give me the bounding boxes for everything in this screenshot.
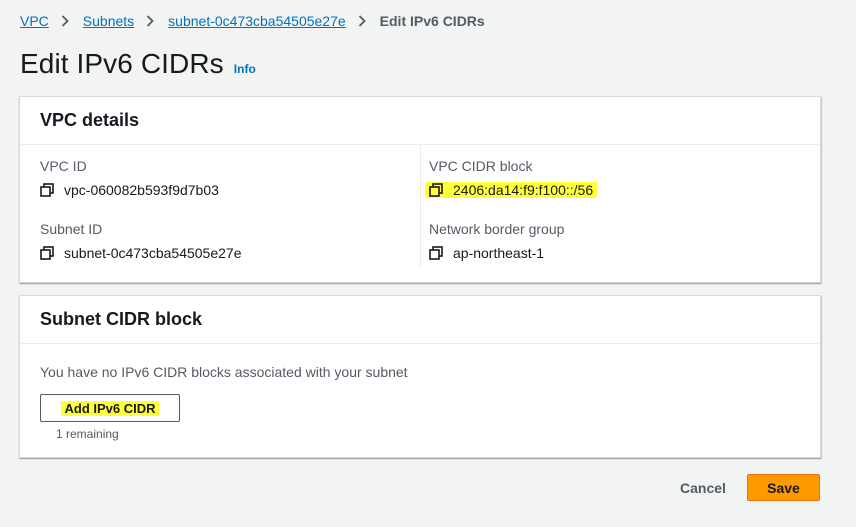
- vpc-details-panel: VPC details VPC ID vpc-060082b593f9d7b03…: [19, 96, 821, 283]
- subnet-cidr-title: Subnet CIDR block: [40, 309, 203, 329]
- save-button[interactable]: Save: [747, 474, 820, 501]
- breadcrumb: VPC Subnets subnet-0c473cba54505e27e Edi…: [20, 13, 485, 29]
- chevron-right-icon: [61, 14, 71, 28]
- cancel-button[interactable]: Cancel: [668, 474, 738, 502]
- copy-icon[interactable]: [429, 183, 443, 197]
- add-ipv6-cidr-button[interactable]: Add IPv6 CIDR: [40, 394, 180, 422]
- border-group-label: Network border group: [429, 221, 565, 237]
- empty-cidr-message: You have no IPv6 CIDR blocks associated …: [40, 364, 408, 380]
- vpc-details-right-column: VPC CIDR block 2406:da14:f9:f100::/56 Ne…: [420, 145, 800, 268]
- vpc-details-left-column: VPC ID vpc-060082b593f9d7b03 Subnet ID s…: [40, 145, 420, 268]
- vpc-cidr-value: 2406:da14:f9:f100::/56: [425, 182, 598, 198]
- vpc-details-grid: VPC ID vpc-060082b593f9d7b03 Subnet ID s…: [20, 145, 820, 283]
- remaining-count: 1 remaining: [56, 427, 119, 441]
- vpc-id-value: vpc-060082b593f9d7b03: [40, 182, 219, 198]
- breadcrumb-subnets-link[interactable]: Subnets: [83, 13, 134, 29]
- breadcrumb-subnet-link[interactable]: subnet-0c473cba54505e27e: [168, 13, 346, 29]
- vpc-cidr-text: 2406:da14:f9:f100::/56: [453, 182, 594, 198]
- add-ipv6-cidr-label: Add IPv6 CIDR: [61, 400, 159, 416]
- page-title: Edit IPv6 CIDRs: [20, 48, 224, 79]
- copy-icon[interactable]: [40, 183, 54, 197]
- vpc-details-title: VPC details: [40, 110, 140, 130]
- subnet-cidr-body: You have no IPv6 CIDR blocks associated …: [20, 344, 820, 400]
- vpc-cidr-label: VPC CIDR block: [429, 158, 533, 174]
- page-root: VPC Subnets subnet-0c473cba54505e27e Edi…: [0, 0, 856, 527]
- subnet-id-label: Subnet ID: [40, 221, 103, 237]
- border-group-text: ap-northeast-1: [453, 245, 545, 261]
- vpc-id-label: VPC ID: [40, 158, 87, 174]
- copy-icon[interactable]: [40, 246, 54, 260]
- subnet-id-text: subnet-0c473cba54505e27e: [64, 245, 242, 261]
- subnet-cidr-header: Subnet CIDR block: [20, 296, 820, 344]
- chevron-right-icon: [146, 14, 156, 28]
- subnet-cidr-panel: Subnet CIDR block You have no IPv6 CIDR …: [19, 295, 821, 458]
- breadcrumb-current: Edit IPv6 CIDRs: [379, 13, 485, 29]
- vpc-id-text: vpc-060082b593f9d7b03: [64, 182, 219, 198]
- subnet-id-value: subnet-0c473cba54505e27e: [40, 245, 242, 261]
- info-link[interactable]: Info: [234, 62, 256, 76]
- vpc-details-header: VPC details: [20, 97, 820, 145]
- title-row: Edit IPv6 CIDRs Info: [20, 48, 256, 80]
- chevron-right-icon: [358, 14, 368, 28]
- border-group-value: ap-northeast-1: [429, 245, 544, 261]
- breadcrumb-vpc-link[interactable]: VPC: [20, 13, 49, 29]
- copy-icon[interactable]: [429, 246, 443, 260]
